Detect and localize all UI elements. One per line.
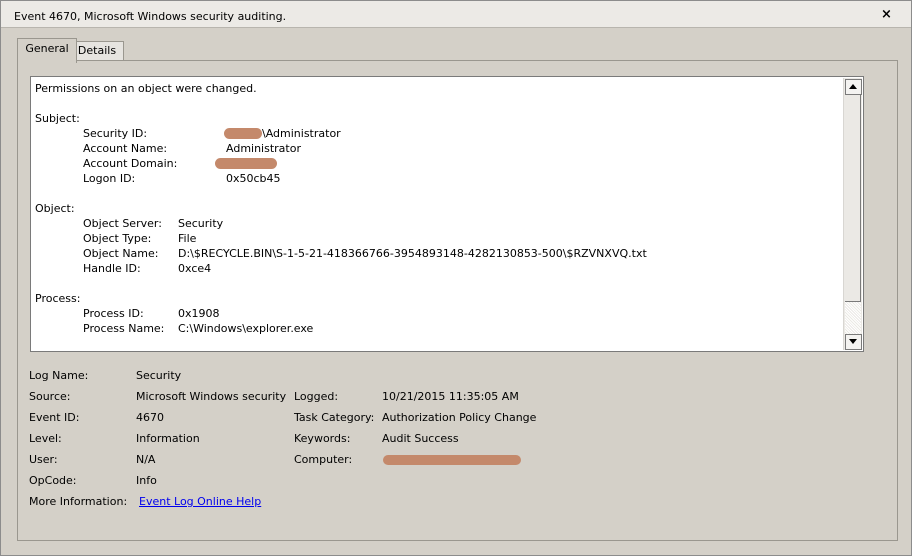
process-name-value: C:\Windows\explorer.exe	[178, 322, 314, 335]
handle-id-label: Handle ID:	[83, 262, 141, 275]
logon-id-value: 0x50cb45	[226, 172, 281, 185]
security-id-value: \Administrator	[262, 127, 341, 140]
tab-general[interactable]: General	[17, 38, 77, 63]
subject-heading: Subject:	[35, 112, 80, 125]
opcode-value: Info	[136, 474, 157, 487]
process-heading: Process:	[35, 292, 81, 305]
redaction-mark	[224, 128, 262, 139]
task-category-label: Task Category:	[294, 411, 375, 424]
source-value: Microsoft Windows security	[136, 390, 287, 403]
logged-value: 10/21/2015 11:35:05 AM	[382, 390, 519, 403]
event-description-textbox[interactable]: Permissions on an object were changed. S…	[30, 76, 864, 352]
object-type-label: Object Type:	[83, 232, 152, 245]
arrow-up-icon	[849, 84, 857, 89]
keywords-label: Keywords:	[294, 432, 351, 445]
object-server-label: Object Server:	[83, 217, 162, 230]
event-log-online-help-link[interactable]: Event Log Online Help	[139, 495, 261, 508]
event-id-label: Event ID:	[29, 411, 80, 424]
tab-details[interactable]: Details	[70, 41, 124, 61]
scroll-down-button[interactable]	[845, 334, 862, 350]
computer-label: Computer:	[294, 453, 353, 466]
log-name-value: Security	[136, 369, 182, 382]
scroll-track[interactable]	[845, 302, 861, 334]
logged-label: Logged:	[294, 390, 339, 403]
logon-id-label: Logon ID:	[83, 172, 136, 185]
task-category-value: Authorization Policy Change	[382, 411, 537, 424]
source-label: Source:	[29, 390, 71, 403]
event-id-value: 4670	[136, 411, 164, 424]
close-icon[interactable]: ×	[881, 8, 892, 21]
process-name-label: Process Name:	[83, 322, 165, 335]
event-summary: Permissions on an object were changed.	[35, 82, 257, 95]
process-id-value: 0x1908	[178, 307, 220, 320]
scroll-up-button[interactable]	[845, 79, 862, 95]
level-value: Information	[136, 432, 200, 445]
scroll-thumb[interactable]	[845, 95, 861, 302]
user-value: N/A	[136, 453, 156, 466]
object-type-value: File	[178, 232, 197, 245]
object-heading: Object:	[35, 202, 75, 215]
object-server-value: Security	[178, 217, 224, 230]
more-information-label: More Information:	[29, 495, 128, 508]
object-name-value: D:\$RECYCLE.BIN\S-1-5-21-418366766-39548…	[178, 247, 647, 260]
log-name-label: Log Name:	[29, 369, 89, 382]
vertical-scrollbar[interactable]	[843, 78, 862, 350]
redaction-mark	[215, 158, 277, 169]
event-properties-window: Event 4670, Microsoft Windows security a…	[0, 0, 912, 556]
account-name-value: Administrator	[226, 142, 301, 155]
redaction-mark	[383, 455, 521, 465]
process-id-label: Process ID:	[83, 307, 144, 320]
account-domain-label: Account Domain:	[83, 157, 178, 170]
keywords-value: Audit Success	[382, 432, 459, 445]
account-name-label: Account Name:	[83, 142, 168, 155]
user-label: User:	[29, 453, 58, 466]
handle-id-value: 0xce4	[178, 262, 212, 275]
arrow-down-icon	[849, 339, 857, 344]
title-bar: Event 4670, Microsoft Windows security a…	[1, 1, 911, 28]
opcode-label: OpCode:	[29, 474, 77, 487]
level-label: Level:	[29, 432, 62, 445]
object-name-label: Object Name:	[83, 247, 159, 260]
window-title: Event 4670, Microsoft Windows security a…	[14, 10, 287, 23]
security-id-label: Security ID:	[83, 127, 148, 140]
